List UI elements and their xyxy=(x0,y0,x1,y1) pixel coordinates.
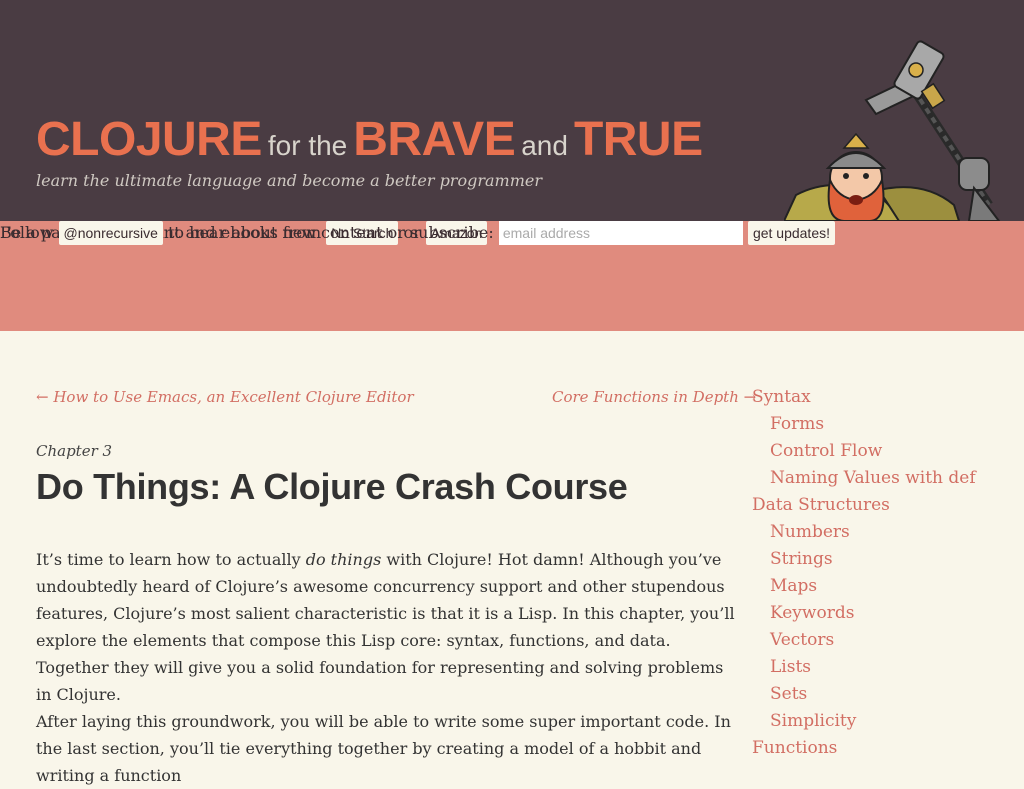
table-of-contents: Syntax Forms Control Flow Naming Values … xyxy=(752,384,1012,762)
toc-item-control-flow[interactable]: Control Flow xyxy=(752,438,1012,465)
intro-paragraph: It’s time to learn how to actually do th… xyxy=(36,546,736,708)
logo-word-true: TRUE xyxy=(573,113,703,166)
toc-item-strings[interactable]: Strings xyxy=(752,546,1012,573)
toc-item-numbers[interactable]: Numbers xyxy=(752,519,1012,546)
logo-word-and: and xyxy=(521,130,568,161)
toc-item-data-structures[interactable]: Data Structures xyxy=(752,492,1012,519)
page-title: Do Things: A Clojure Crash Course xyxy=(36,466,628,507)
promo-follow-text: Follow xyxy=(0,223,54,242)
site-header: CLOJURE for the BRAVE and TRUE learn the ult… xyxy=(0,0,1024,221)
logo-word-for-the: for the xyxy=(267,130,348,161)
intro-emphasis: do things xyxy=(305,550,382,569)
toc-item-forms[interactable]: Forms xyxy=(752,411,1012,438)
dwarf-mascot-illustration xyxy=(784,40,1001,221)
site-tagline: learn the ultimate language and become a… xyxy=(36,171,542,190)
toc-item-keywords[interactable]: Keywords xyxy=(752,600,1012,627)
toc-item-naming-values[interactable]: Naming Values with def xyxy=(752,465,1012,492)
intro-text-b: with Clojure! Hot damn! Although you’ve … xyxy=(36,550,735,704)
email-input[interactable] xyxy=(498,221,743,245)
toc-item-lists[interactable]: Lists xyxy=(752,654,1012,681)
toc-item-sets[interactable]: Sets xyxy=(752,681,1012,708)
toc-item-vectors[interactable]: Vectors xyxy=(752,627,1012,654)
toc-item-functions[interactable]: Functions xyxy=(752,735,1012,762)
toc-item-syntax[interactable]: Syntax xyxy=(752,384,1012,411)
twitter-follow-button[interactable]: @nonrecursive xyxy=(58,221,163,245)
prev-chapter-link[interactable]: ← How to Use Emacs, an Excellent Clojure… xyxy=(36,388,414,406)
chapter-label: Chapter 3 xyxy=(36,442,113,460)
promo-line-subscribe: Follow @nonrecursive to hear about new c… xyxy=(0,221,1024,245)
site-logo[interactable]: CLOJURE for the BRAVE and TRUE xyxy=(36,112,703,167)
next-chapter-link[interactable]: Core Functions in Depth → xyxy=(552,388,756,406)
toc-item-maps[interactable]: Maps xyxy=(752,573,1012,600)
intro-text-a: It’s time to learn how to actually xyxy=(36,550,306,569)
toc-item-simplicity[interactable]: Simplicity xyxy=(752,708,1012,735)
get-updates-button[interactable]: get updates! xyxy=(747,221,835,245)
logo-word-clojure: CLOJURE xyxy=(36,113,262,166)
groundwork-paragraph: After laying this groundwork, you will b… xyxy=(36,712,731,785)
logo-word-brave: BRAVE xyxy=(353,113,516,166)
promo-subscribe-text: to hear about new content or subscribe: xyxy=(167,223,494,242)
